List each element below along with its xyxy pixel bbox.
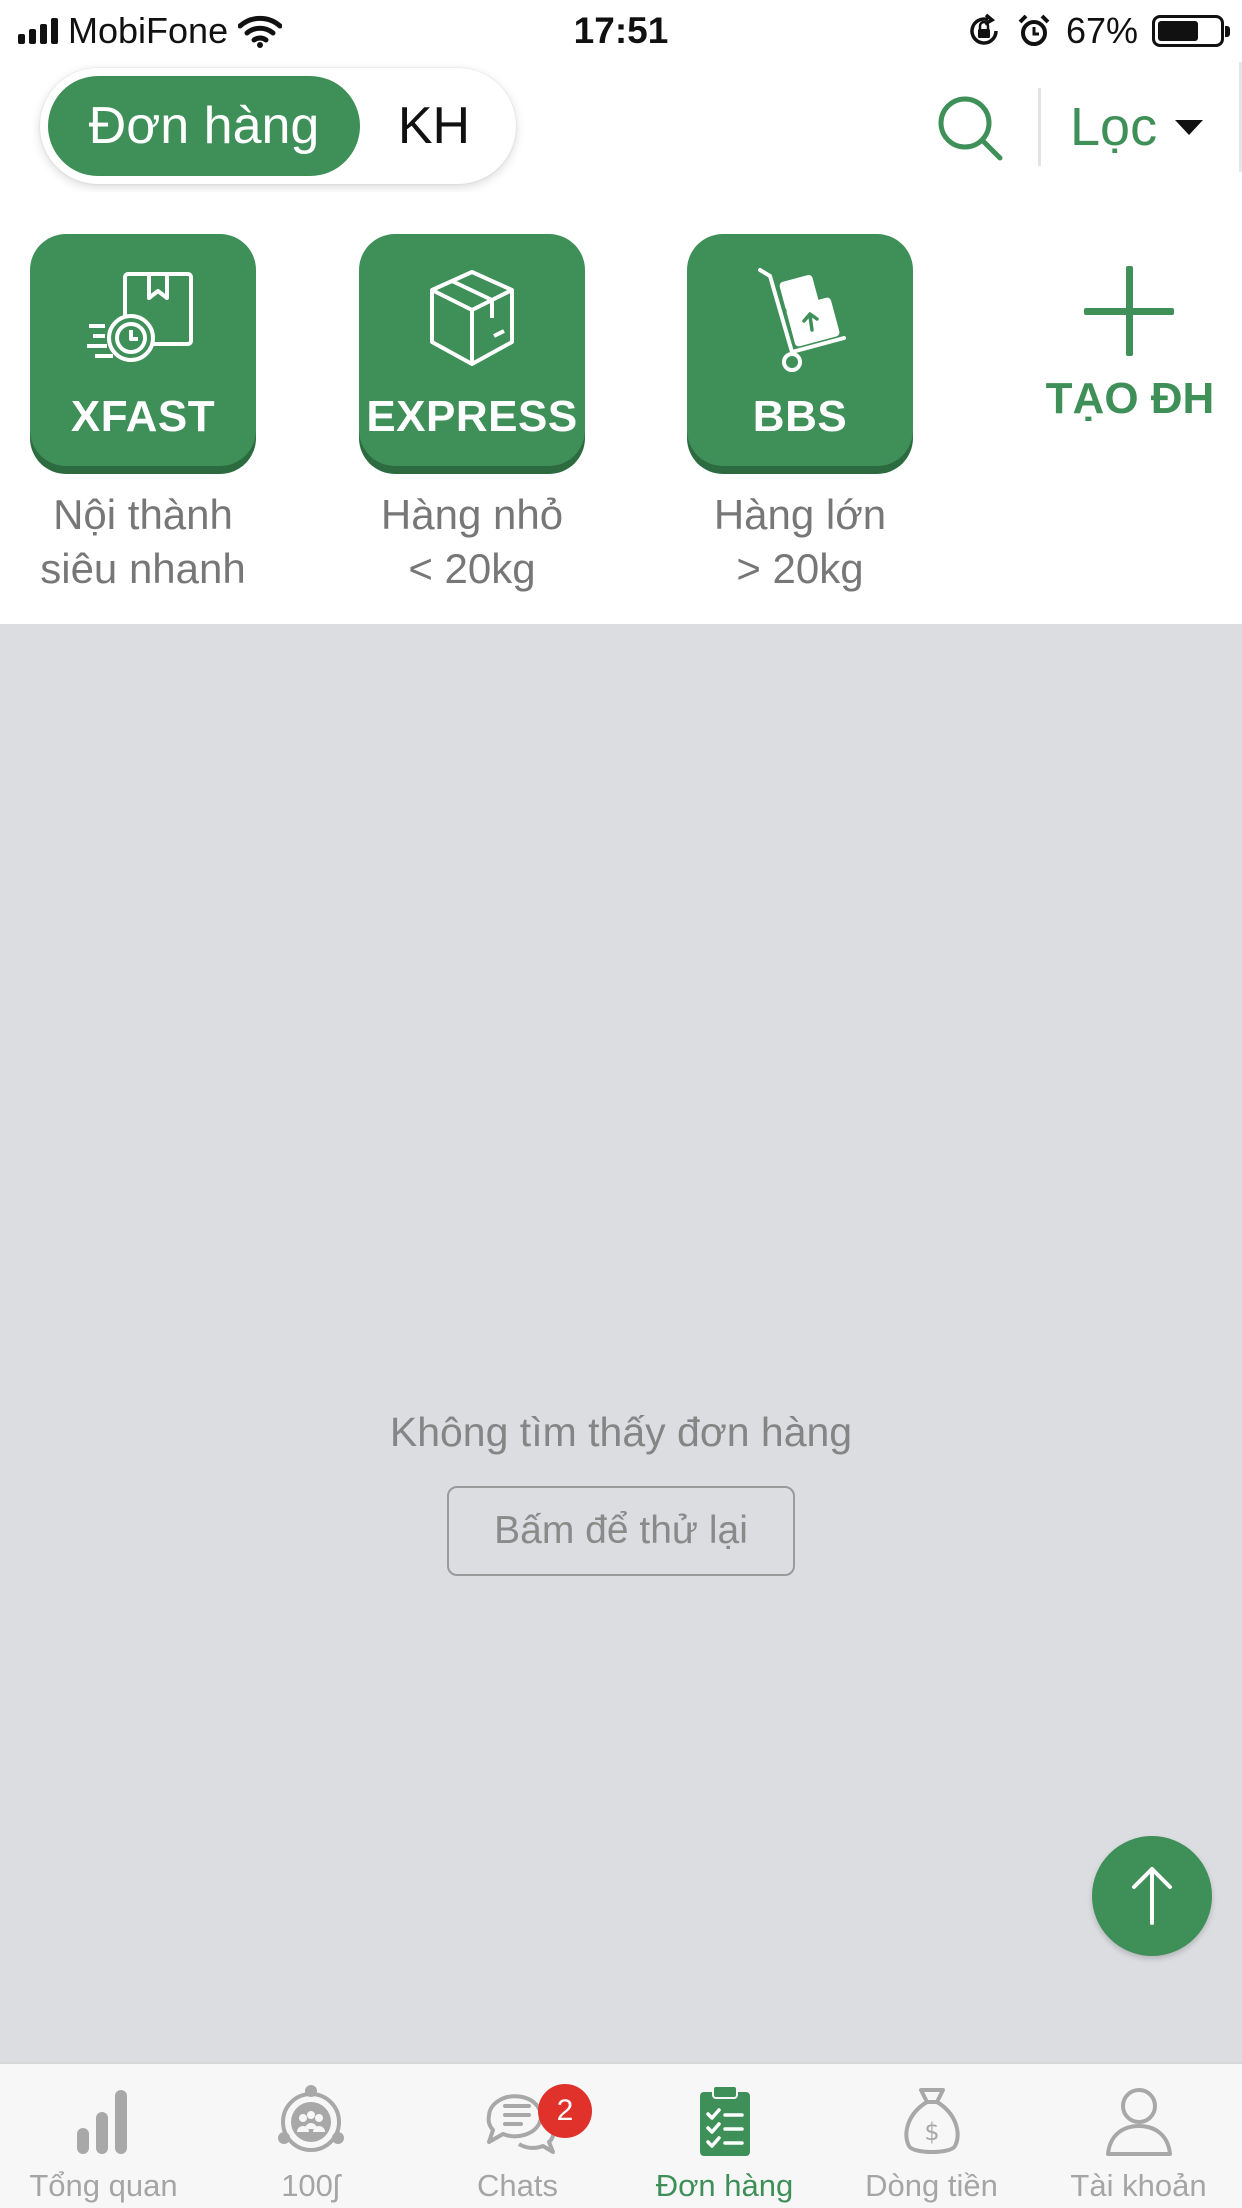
chats-unread-badge: 2 (538, 2084, 592, 2138)
tab-community-label: 100ʃ (281, 2168, 340, 2203)
header-divider (1038, 88, 1041, 166)
service-options: XFAST Nội thành siêu nhanh EXPRESS Hàng … (0, 192, 1242, 624)
package-box-icon (430, 270, 514, 366)
bottom-tab-bar: Tổng quan 100ʃ 2 Chats Đơn hàng $ Dòng t… (0, 2062, 1242, 2208)
battery-icon (1152, 15, 1230, 47)
community-icon (277, 2085, 344, 2152)
tab-cashflow[interactable]: $ Dòng tiền (828, 2064, 1035, 2208)
wifi-icon (238, 15, 283, 48)
arrow-up-icon (1132, 1867, 1172, 1925)
segment-orders[interactable]: Đơn hàng (48, 76, 360, 176)
create-order-label: TẠO ĐH (1045, 374, 1215, 423)
filter-label: Lọc (1070, 97, 1158, 157)
orders-list-area[interactable]: Không tìm thấy đơn hàng Bấm để thử lại (0, 624, 1242, 2062)
tab-community[interactable]: 100ʃ (207, 2064, 414, 2208)
retry-button[interactable]: Bấm để thử lại (447, 1486, 795, 1576)
service-express-description: Hàng nhỏ < 20kg (380, 491, 564, 592)
header: Đơn hàng KH Lọc (0, 62, 1242, 192)
create-order-button[interactable]: TẠO ĐH (1040, 262, 1220, 424)
bar-chart-icon (76, 2090, 127, 2154)
chevron-down-icon (1175, 119, 1204, 135)
fast-delivery-box-icon (87, 272, 193, 362)
orientation-lock-icon (970, 13, 998, 45)
service-bbs[interactable]: BBS Hàng lớn > 20kg (687, 234, 913, 596)
service-bbs-tile[interactable]: BBS (687, 234, 913, 466)
cellular-signal-icon (18, 18, 58, 44)
svg-text:$: $ (924, 2118, 939, 2146)
service-xfast-tile[interactable]: XFAST (30, 234, 256, 466)
tab-account[interactable]: Tài khoản (1035, 2064, 1242, 2208)
service-express-tile[interactable]: EXPRESS (359, 234, 585, 466)
tab-orders-label: Đơn hàng (655, 2168, 794, 2203)
tab-overview[interactable]: Tổng quan (0, 2064, 207, 2208)
service-bbs-name: BBS (752, 392, 848, 441)
status-left: MobiFone (18, 10, 283, 52)
battery-percent: 67% (1065, 10, 1138, 51)
tab-account-label: Tài khoản (1070, 2168, 1207, 2203)
status-right: 67% (966, 10, 1230, 52)
service-express-name: EXPRESS (366, 392, 578, 441)
carrier-name: MobiFone (68, 10, 229, 51)
segment-customers[interactable]: KH (360, 76, 508, 176)
clipboard-checklist-icon (699, 2085, 750, 2156)
service-express[interactable]: EXPRESS Hàng nhỏ < 20kg (359, 234, 585, 596)
search-button[interactable] (934, 92, 1006, 164)
service-xfast[interactable]: XFAST Nội thành siêu nhanh (30, 234, 256, 596)
alarm-icon (1018, 14, 1050, 46)
service-xfast-description: Nội thành siêu nhanh (40, 491, 246, 592)
tab-orders[interactable]: Đơn hàng (621, 2064, 828, 2208)
search-icon (938, 96, 1003, 161)
tab-chats[interactable]: 2 Chats (414, 2064, 621, 2208)
empty-state-message: Không tìm thấy đơn hàng (389, 1409, 853, 1455)
plus-icon (1080, 262, 1180, 362)
filter-button[interactable]: Lọc (1070, 92, 1204, 162)
tab-cashflow-label: Dòng tiền (865, 2168, 998, 2203)
segmented-control: Đơn hàng KH (40, 68, 516, 184)
tab-chats-label: Chats (477, 2168, 558, 2203)
service-bbs-description: Hàng lớn > 20kg (713, 491, 887, 592)
status-bar: MobiFone 17:51 67% (0, 0, 1242, 62)
tab-overview-label: Tổng quan (29, 2168, 178, 2203)
service-xfast-name: XFAST (70, 392, 216, 441)
hand-truck-icon (758, 268, 846, 372)
money-bag-icon: $ (903, 2088, 960, 2154)
user-icon (1105, 2088, 1172, 2156)
scroll-to-top-button[interactable] (1092, 1836, 1212, 1956)
